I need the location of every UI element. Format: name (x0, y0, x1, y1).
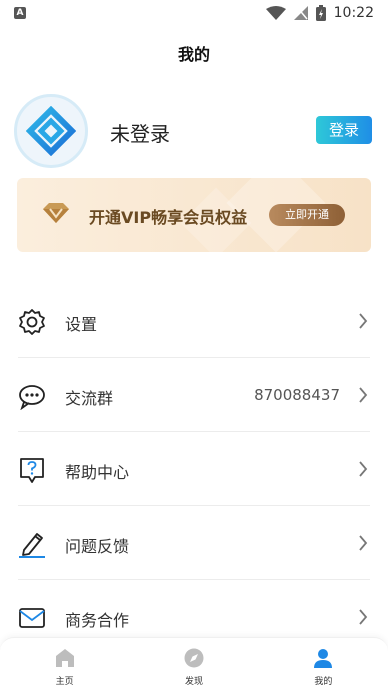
menu-item-feedback[interactable]: 问题反馈 (18, 506, 370, 580)
vip-text: 开通VIP畅享会员权益 (89, 208, 248, 227)
chevron-right-icon (359, 387, 368, 403)
tab-discover[interactable]: 发现 (129, 638, 258, 689)
menu-item-help[interactable]: 帮助中心 (18, 432, 370, 506)
login-button[interactable]: 登录 (316, 116, 372, 144)
wifi-icon (265, 6, 286, 20)
menu-item-label: 问题反馈 (65, 537, 130, 556)
notification-icon: A (14, 7, 26, 19)
avatar[interactable] (14, 94, 88, 168)
chevron-right-icon (359, 313, 368, 329)
menu-item-group[interactable]: 交流群 870088437 (18, 358, 370, 432)
tab-label: 我的 (314, 677, 333, 687)
pen-icon (19, 533, 45, 558)
menu-item-label: 交流群 (65, 389, 114, 408)
clock: 10:22 (333, 5, 374, 21)
home-icon (55, 649, 74, 667)
menu-item-label: 设置 (65, 315, 98, 334)
bottom-tab-bar: 主页 发现 我的 (0, 637, 388, 689)
battery-icon (315, 5, 326, 21)
menu-item-label: 帮助中心 (65, 463, 130, 482)
vip-banner[interactable]: 开通VIP畅享会员权益 立即开通 (17, 178, 371, 252)
chevron-right-icon (359, 535, 368, 551)
tab-mine[interactable]: 我的 (259, 638, 388, 689)
profile-section: 未登录 登录 (0, 92, 388, 172)
menu-item-label: 商务合作 (65, 611, 130, 630)
status-icons: 10:22 (265, 4, 374, 22)
menu-item-settings[interactable]: 设置 (18, 284, 370, 358)
compass-icon (184, 648, 204, 668)
username: 未登录 (110, 122, 170, 146)
status-bar: A 10:22 (0, 0, 388, 26)
app-logo-icon (26, 106, 76, 156)
tab-home[interactable]: 主页 (0, 638, 129, 689)
gear-icon (19, 309, 45, 335)
vip-open-button[interactable]: 立即开通 (269, 204, 345, 226)
chevron-right-icon (359, 609, 368, 625)
diamond-icon (43, 203, 69, 223)
menu-list: 设置 交流群 870088437 帮助中心 问题反馈 商务合作 (0, 284, 388, 654)
group-number: 870088437 (254, 386, 340, 404)
chevron-right-icon (359, 461, 368, 477)
help-icon (20, 458, 44, 483)
tab-label: 发现 (184, 677, 203, 687)
page-title: 我的 (177, 45, 210, 64)
mail-icon (19, 608, 45, 628)
user-icon (314, 649, 333, 668)
chat-icon (19, 385, 45, 410)
tab-label: 主页 (55, 677, 74, 687)
signal-icon (293, 6, 308, 20)
